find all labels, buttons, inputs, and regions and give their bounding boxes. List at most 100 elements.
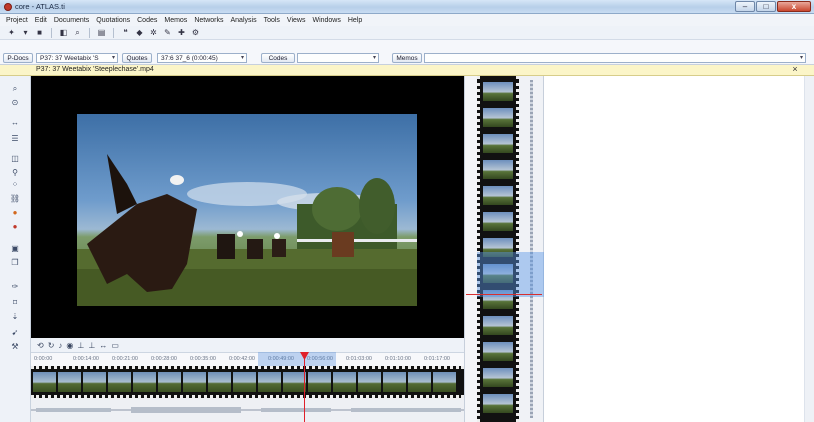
playhead[interactable] xyxy=(304,352,305,422)
frame-thumbnail[interactable] xyxy=(158,372,181,392)
pointer-icon[interactable]: ➹ xyxy=(9,328,21,338)
frame-thumbnail[interactable] xyxy=(33,372,56,392)
mark-end-icon[interactable]: ⊥ xyxy=(88,341,95,350)
audio-waveform[interactable] xyxy=(31,398,464,422)
documents-icon[interactable]: ◧ xyxy=(58,28,69,38)
list-icon[interactable]: ☰ xyxy=(9,134,21,144)
frame-thumbnail[interactable] xyxy=(483,394,513,413)
menu-memos[interactable]: Memos xyxy=(164,17,187,24)
filter-icon[interactable]: ⚲ xyxy=(9,168,21,178)
frame-thumbnail[interactable] xyxy=(58,372,81,392)
memo-select[interactable] xyxy=(424,53,806,63)
menu-views[interactable]: Views xyxy=(287,17,306,24)
zoom-icon[interactable]: ↔ xyxy=(99,341,107,350)
quotation-icon[interactable]: ❝ xyxy=(120,28,131,38)
vertical-waveform[interactable] xyxy=(519,76,544,422)
time-ruler[interactable]: 0:00:00 0:00:14:00 0:00:21:00 0:00:28:00… xyxy=(31,352,464,366)
frame-thumbnail[interactable] xyxy=(483,82,513,101)
frame-thumbnail[interactable] xyxy=(233,372,256,392)
memos-button[interactable]: Memos xyxy=(392,53,422,63)
frame-thumbnail[interactable] xyxy=(483,160,513,179)
margin-icon[interactable]: ◫ xyxy=(9,154,21,164)
new-project-icon[interactable]: ✦ xyxy=(6,28,17,38)
frame-thumbnail[interactable] xyxy=(483,186,513,205)
save-icon[interactable]: ■ xyxy=(34,28,45,38)
zoom-in-icon[interactable]: ⌕ xyxy=(9,84,21,94)
brush-icon[interactable]: ✑ xyxy=(9,282,21,292)
horizontal-filmstrip[interactable] xyxy=(31,366,464,398)
memo-icon[interactable]: ✚ xyxy=(176,28,187,38)
mark-start-icon[interactable]: ⊥ xyxy=(77,341,84,350)
move-icon[interactable]: ⇣ xyxy=(9,312,21,322)
code-select[interactable] xyxy=(297,53,379,63)
menu-tools[interactable]: Tools xyxy=(264,17,280,24)
frame-thumbnail[interactable] xyxy=(483,342,513,361)
document-tab-label[interactable]: P37: 37 Weetabix 'Steeplechase'.mp4 xyxy=(36,66,154,73)
menu-documents[interactable]: Documents xyxy=(54,17,89,24)
close-button[interactable]: x xyxy=(777,1,811,12)
zoom-out-icon[interactable]: ⊙ xyxy=(9,98,21,108)
frame-thumbnail[interactable] xyxy=(408,372,431,392)
link-icon[interactable]: ⛓ xyxy=(9,194,21,204)
wrench-icon[interactable]: ⚒ xyxy=(9,342,21,352)
frame-thumbnail[interactable] xyxy=(283,372,306,392)
document-select[interactable]: P37: 37 Weetabix 'S xyxy=(36,53,118,63)
frame-thumbnail[interactable] xyxy=(358,372,381,392)
frame-thumbnail[interactable] xyxy=(183,372,206,392)
frame-thumbnail[interactable] xyxy=(208,372,231,392)
filmstrip-icon[interactable]: ▭ xyxy=(111,341,119,350)
vertical-scrollbar[interactable] xyxy=(805,76,814,422)
quotes-button[interactable]: Quotes xyxy=(122,53,152,63)
volume-icon[interactable]: ♪ xyxy=(58,341,62,350)
maximize-button[interactable]: □ xyxy=(756,1,776,12)
open-icon[interactable]: ▾ xyxy=(20,28,31,38)
rewind-icon[interactable]: ⟲ xyxy=(37,341,44,350)
quotation-selection[interactable] xyxy=(477,252,544,297)
frame-thumbnail[interactable] xyxy=(483,134,513,153)
codes-button[interactable]: Codes xyxy=(261,53,295,63)
record-icon[interactable]: ● xyxy=(9,222,21,232)
close-document-icon[interactable]: × xyxy=(790,64,800,74)
search-icon[interactable]: ⌕ xyxy=(72,28,83,38)
margin-area[interactable] xyxy=(544,76,805,422)
menu-windows[interactable]: Windows xyxy=(312,17,340,24)
frame-thumbnail[interactable] xyxy=(483,212,513,231)
code-icon[interactable]: ◆ xyxy=(134,28,145,38)
frame-thumbnail[interactable] xyxy=(483,368,513,387)
frame-thumbnail[interactable] xyxy=(483,108,513,127)
vertical-filmstrip[interactable] xyxy=(477,76,519,422)
settings-icon[interactable]: ⚙ xyxy=(190,28,201,38)
frame-thumbnail[interactable] xyxy=(133,372,156,392)
frame-thumbnail[interactable] xyxy=(258,372,281,392)
network-icon[interactable]: ✲ xyxy=(148,28,159,38)
frame-thumbnail[interactable] xyxy=(483,316,513,335)
frame-thumbnail[interactable] xyxy=(433,372,456,392)
snapshot-icon[interactable]: ◉ xyxy=(66,341,73,350)
menu-help[interactable]: Help xyxy=(348,17,362,24)
copy-icon[interactable]: ❐ xyxy=(9,258,21,268)
frame-thumbnail[interactable] xyxy=(333,372,356,392)
frame-thumbnail[interactable] xyxy=(308,372,331,392)
loop-icon[interactable]: ↻ xyxy=(48,341,55,350)
select-icon[interactable]: ↔ xyxy=(9,118,21,128)
video-frame-steeplechase[interactable] xyxy=(77,114,417,306)
pen-icon[interactable]: ✎ xyxy=(162,28,173,38)
menu-edit[interactable]: Edit xyxy=(35,17,47,24)
minimize-button[interactable]: – xyxy=(735,1,755,12)
panel-icon[interactable]: ▣ xyxy=(9,244,21,254)
menu-networks[interactable]: Networks xyxy=(194,17,223,24)
frame-thumbnail[interactable] xyxy=(83,372,106,392)
menu-quotations[interactable]: Quotations xyxy=(96,17,130,24)
frame-thumbnail[interactable] xyxy=(383,372,406,392)
pdocs-button[interactable]: P-Docs xyxy=(3,53,33,63)
code-list-icon[interactable]: ⁘ xyxy=(9,180,21,190)
menu-project[interactable]: Project xyxy=(6,17,28,24)
quotation-select[interactable]: 37:6 37_6 (0:00:45) xyxy=(157,53,247,63)
highlight-icon[interactable]: ● xyxy=(9,208,21,218)
menu-analysis[interactable]: Analysis xyxy=(231,17,257,24)
tag-icon[interactable]: ⌑ xyxy=(9,298,21,308)
timeline-selection[interactable] xyxy=(258,352,336,366)
vertical-time-ruler[interactable] xyxy=(464,76,477,422)
print-icon[interactable]: ▤ xyxy=(96,28,107,38)
menu-codes[interactable]: Codes xyxy=(137,17,157,24)
